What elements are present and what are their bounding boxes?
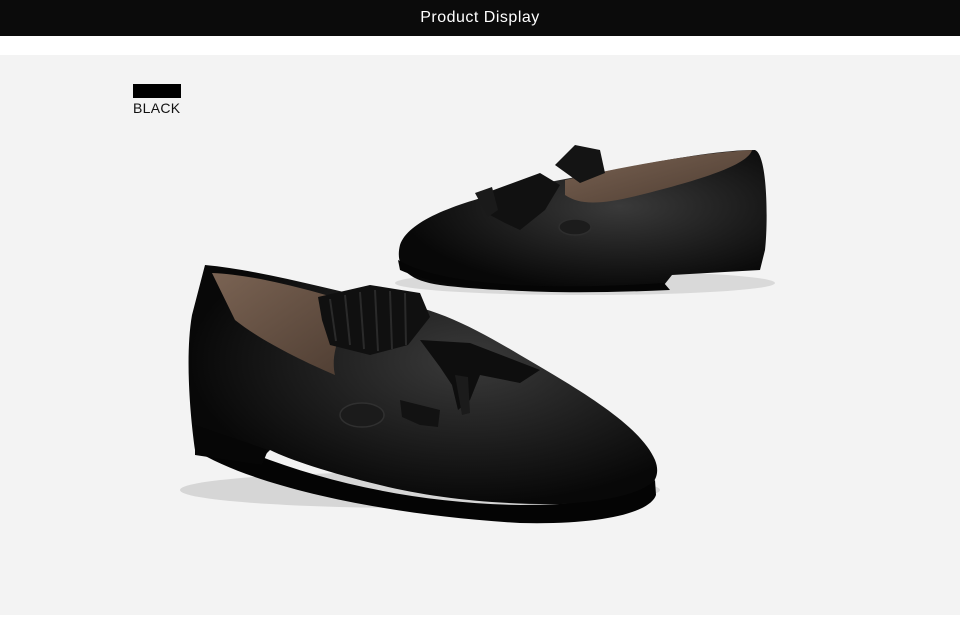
page-title: Product Display xyxy=(420,9,540,26)
loafer-pair-illustration xyxy=(180,145,775,524)
back-shoe xyxy=(395,145,775,295)
color-swatch[interactable]: BLACK xyxy=(133,84,181,116)
header-bar: Product Display xyxy=(0,0,960,36)
front-shoe xyxy=(180,265,660,524)
color-label: BLACK xyxy=(133,100,181,116)
product-photo: BLACK xyxy=(0,55,960,615)
color-chip xyxy=(133,84,181,98)
